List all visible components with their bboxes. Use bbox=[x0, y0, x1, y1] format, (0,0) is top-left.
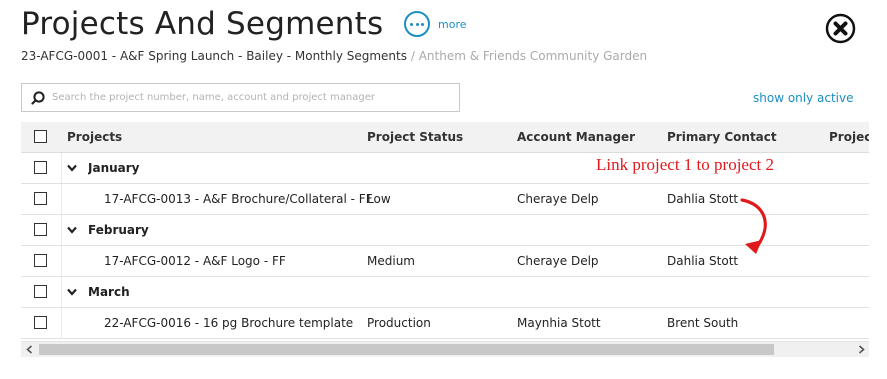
show-only-active-link[interactable]: show only active bbox=[753, 91, 854, 105]
row-checkbox[interactable] bbox=[34, 316, 47, 329]
column-header-projects[interactable]: Projects bbox=[67, 122, 122, 152]
primary-contact: Dahlia Stott bbox=[667, 192, 739, 206]
project-name[interactable]: 17-AFCG-0012 - A&F Logo - FF bbox=[104, 246, 286, 276]
account-manager: Maynhia Stott bbox=[517, 316, 601, 330]
breadcrumb: 23-AFCG-0001 - A&F Spring Launch - Baile… bbox=[21, 49, 647, 63]
chevron-down-icon[interactable] bbox=[67, 226, 77, 234]
row-checkbox[interactable] bbox=[34, 161, 47, 174]
group-row-march[interactable]: March bbox=[21, 277, 869, 308]
more-label[interactable]: more bbox=[438, 18, 467, 31]
scroll-left-icon[interactable] bbox=[21, 342, 37, 357]
search-box[interactable] bbox=[21, 83, 460, 112]
curved-arrow-icon bbox=[740, 198, 767, 254]
row-checkbox[interactable] bbox=[34, 192, 47, 205]
breadcrumb-current: Anthem & Friends Community Garden bbox=[418, 49, 648, 63]
chevron-down-icon[interactable] bbox=[67, 288, 77, 296]
row-checkbox[interactable] bbox=[34, 285, 47, 298]
project-name[interactable]: 17-AFCG-0013 - A&F Brochure/Collateral -… bbox=[104, 184, 373, 214]
project-name[interactable]: 22-AFCG-0016 - 16 pg Brochure template bbox=[104, 308, 353, 338]
account-manager: Cheraye Delp bbox=[517, 254, 599, 268]
project-status: Low bbox=[367, 192, 391, 206]
account-manager: Cheraye Delp bbox=[517, 192, 599, 206]
row-checkbox[interactable] bbox=[34, 254, 47, 267]
more-dots-icon[interactable] bbox=[404, 11, 430, 37]
group-label: March bbox=[88, 285, 130, 299]
more-button[interactable]: more bbox=[404, 11, 467, 37]
group-label: February bbox=[88, 223, 149, 237]
project-status: Production bbox=[367, 316, 431, 330]
chevron-down-icon[interactable] bbox=[67, 164, 77, 172]
column-header-account-manager[interactable]: Account Manager bbox=[517, 122, 635, 152]
horizontal-scrollbar[interactable] bbox=[21, 341, 869, 357]
table-row[interactable]: 22-AFCG-0016 - 16 pg Brochure template P… bbox=[21, 308, 869, 339]
breadcrumb-main[interactable]: 23-AFCG-0001 - A&F Spring Launch - Baile… bbox=[21, 49, 407, 63]
column-header-status[interactable]: Project Status bbox=[367, 122, 463, 152]
search-input[interactable] bbox=[52, 92, 459, 103]
scrollbar-thumb[interactable] bbox=[39, 344, 774, 355]
scroll-right-icon[interactable] bbox=[853, 342, 869, 357]
row-checkbox[interactable] bbox=[34, 223, 47, 236]
column-header-primary-contact[interactable]: Primary Contact bbox=[667, 122, 777, 152]
group-label: January bbox=[88, 161, 140, 175]
project-status: Medium bbox=[367, 254, 415, 268]
page-title: Projects And Segments bbox=[21, 6, 384, 42]
search-icon bbox=[31, 90, 45, 105]
annotation-text: Link project 1 to project 2 bbox=[596, 155, 774, 174]
table-header-row: Projects Project Status Account Manager … bbox=[21, 122, 869, 153]
breadcrumb-separator: / bbox=[410, 49, 415, 63]
select-all-checkbox[interactable] bbox=[34, 130, 47, 143]
primary-contact: Dahlia Stott bbox=[667, 254, 739, 268]
close-icon[interactable] bbox=[825, 13, 856, 44]
column-header-project-extra[interactable]: Project bbox=[829, 122, 869, 152]
primary-contact: Brent South bbox=[667, 316, 739, 330]
